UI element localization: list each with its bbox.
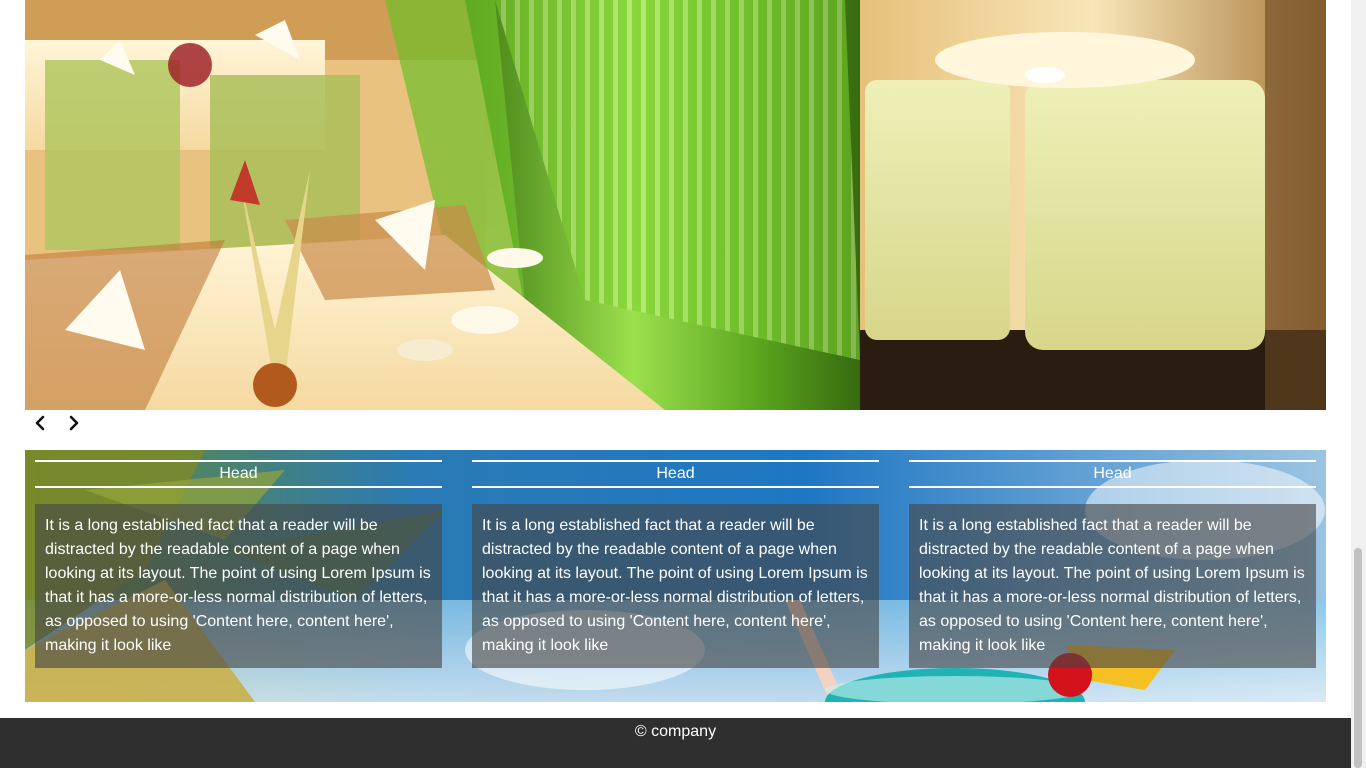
chevron-right-icon <box>69 415 79 431</box>
page: Head It is a long established fact that … <box>0 0 1366 768</box>
page-scrollbar[interactable] <box>1351 0 1366 768</box>
slider-next-button[interactable] <box>64 411 84 435</box>
feature-text: It is a long established fact that a rea… <box>909 504 1316 668</box>
hero-image <box>25 0 1326 410</box>
slider-controls <box>30 410 84 436</box>
features-section: Head It is a long established fact that … <box>25 450 1326 702</box>
chevron-left-icon <box>35 415 45 431</box>
feature-card: Head It is a long established fact that … <box>909 460 1316 668</box>
footer-copyright: © company <box>634 723 717 740</box>
slider-prev-button[interactable] <box>30 411 50 435</box>
feature-head: Head <box>909 460 1316 488</box>
feature-head: Head <box>472 460 879 488</box>
scrollbar-thumb[interactable] <box>1354 548 1362 768</box>
footer: © company <box>0 718 1351 768</box>
feature-card: Head It is a long established fact that … <box>472 460 879 668</box>
feature-head: Head <box>35 460 442 488</box>
feature-text: It is a long established fact that a rea… <box>35 504 442 668</box>
feature-card: Head It is a long established fact that … <box>35 460 442 668</box>
feature-text: It is a long established fact that a rea… <box>472 504 879 668</box>
